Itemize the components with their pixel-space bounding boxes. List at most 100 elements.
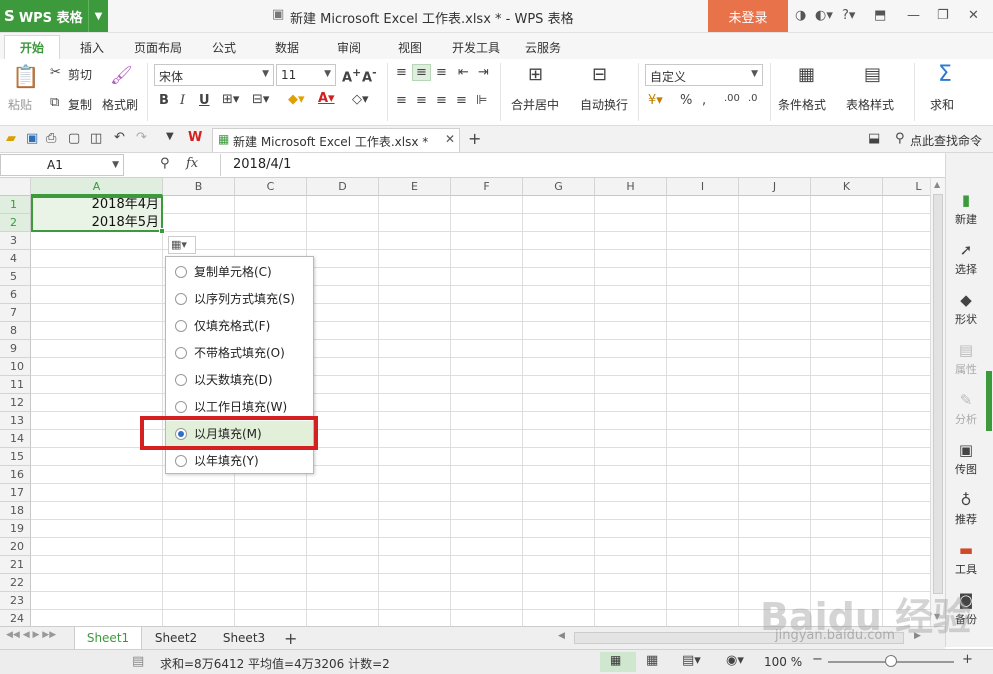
- format-painter-button[interactable]: 格式刷: [102, 96, 138, 113]
- merge-center-button[interactable]: 合并居中: [511, 96, 559, 113]
- minimize-ribbon-icon[interactable]: ⬒: [874, 8, 886, 23]
- row-header-13[interactable]: 13: [0, 412, 31, 430]
- fill-handle[interactable]: [159, 228, 165, 234]
- scroll-up-icon[interactable]: ▲: [934, 180, 940, 189]
- login-button[interactable]: 未登录: [708, 0, 788, 32]
- fill-color-icon[interactable]: ◆▾: [288, 92, 305, 107]
- decrease-font-icon[interactable]: A-: [362, 66, 377, 85]
- search-icon[interactable]: ⚲: [895, 131, 905, 146]
- redo-icon[interactable]: ↷: [136, 130, 147, 145]
- sheet-tab-sheet2[interactable]: Sheet2: [144, 627, 208, 649]
- table-style-icon[interactable]: ▤: [864, 64, 881, 85]
- first-sheet-icon[interactable]: ◀◀ ◀ ▶ ▶▶: [6, 630, 56, 640]
- close-tab-icon[interactable]: ✕: [445, 132, 455, 146]
- tab-insert[interactable]: 插入: [80, 39, 104, 56]
- number-format-select[interactable]: 自定义 ▼: [645, 64, 763, 86]
- help-icon[interactable]: ?▾: [842, 8, 855, 23]
- zoom-level[interactable]: 100 %: [764, 655, 802, 669]
- row-header-4[interactable]: 4: [0, 250, 31, 268]
- currency-icon[interactable]: ¥▾: [648, 93, 663, 108]
- row-header-22[interactable]: 22: [0, 574, 31, 592]
- cut-button[interactable]: 剪切: [68, 66, 92, 83]
- tab-formulas[interactable]: 公式: [212, 39, 236, 56]
- panel-new[interactable]: ▮ 新建: [946, 191, 986, 227]
- vertical-scrollbar[interactable]: ▲ ▼: [930, 178, 945, 626]
- font-color-icon[interactable]: A▾: [318, 91, 335, 106]
- merge-center-icon[interactable]: ⊞: [528, 64, 543, 85]
- skin-icon[interactable]: ◑: [795, 8, 806, 23]
- panel-send-image[interactable]: ▣ 传图: [946, 441, 986, 477]
- radio-button[interactable]: [175, 455, 187, 467]
- document-tab[interactable]: ▦ 新建 Microsoft Excel 工作表.xlsx * ✕: [212, 128, 460, 152]
- tab-cloud[interactable]: 云服务: [525, 39, 561, 56]
- scroll-left-icon[interactable]: ◀: [558, 631, 565, 641]
- format-painter-icon[interactable]: 🖌: [110, 65, 133, 86]
- italic-icon[interactable]: I: [180, 93, 185, 108]
- fill-option[interactable]: 复制单元格(C): [166, 259, 313, 285]
- row-header-6[interactable]: 6: [0, 286, 31, 304]
- align-bottom-icon[interactable]: ≡: [436, 65, 447, 80]
- radio-button[interactable]: [175, 347, 187, 359]
- cell-style-icon[interactable]: ⊟▾: [252, 92, 269, 107]
- font-name-select[interactable]: 宋体 ▼: [154, 64, 274, 86]
- column-header-H[interactable]: H: [595, 178, 667, 196]
- new-tab-icon[interactable]: +: [468, 129, 481, 148]
- row-header-15[interactable]: 15: [0, 448, 31, 466]
- maximize-icon[interactable]: ❐: [937, 8, 949, 23]
- column-header-K[interactable]: K: [811, 178, 883, 196]
- radio-button[interactable]: [175, 401, 187, 413]
- justify-icon[interactable]: ≡: [456, 93, 467, 108]
- fill-option[interactable]: 以年填充(Y): [166, 448, 313, 474]
- conditional-format-button[interactable]: 条件格式: [778, 96, 826, 113]
- panel-analysis[interactable]: ✎ 分析: [946, 391, 986, 427]
- panel-tools[interactable]: ▬ 工具: [946, 541, 986, 577]
- tab-developer[interactable]: 开发工具: [452, 39, 500, 56]
- zoom-in-icon[interactable]: +: [962, 652, 973, 667]
- column-header-C[interactable]: C: [235, 178, 307, 196]
- print-preview-icon[interactable]: ▢: [68, 131, 80, 146]
- save-icon[interactable]: ▣: [26, 131, 38, 146]
- align-middle-icon[interactable]: ≡: [412, 64, 431, 81]
- scroll-thumb[interactable]: [933, 194, 943, 594]
- increase-font-icon[interactable]: A+: [342, 66, 361, 85]
- copy-icon[interactable]: ⧉: [50, 95, 59, 110]
- align-center-icon[interactable]: ≡: [416, 93, 427, 108]
- export-icon[interactable]: ◫: [90, 131, 102, 146]
- add-sheet-icon[interactable]: +: [284, 629, 297, 648]
- panel-recommend[interactable]: ♁ 推荐: [946, 491, 986, 527]
- sheet-grid[interactable]: ABCDEFGHIJKL 1 2 3 4 5 6 7 8 9 10 11 12 13 14 15 16 17 18…: [0, 178, 930, 626]
- chevron-down-icon[interactable]: ▼: [112, 160, 119, 170]
- zoom-slider-thumb[interactable]: [885, 655, 897, 667]
- row-header-11[interactable]: 11: [0, 376, 31, 394]
- select-all-corner[interactable]: [0, 178, 31, 196]
- decrease-decimal-icon[interactable]: .0: [748, 93, 758, 104]
- thousands-icon[interactable]: ,: [702, 93, 706, 108]
- minimize-icon[interactable]: —: [907, 8, 920, 23]
- paste-button[interactable]: 粘贴: [8, 96, 32, 113]
- clear-format-icon[interactable]: ◇▾: [352, 92, 369, 107]
- panel-properties[interactable]: ▤ 属性: [946, 341, 986, 377]
- column-header-G[interactable]: G: [523, 178, 595, 196]
- fill-option[interactable]: 以序列方式填充(S): [166, 286, 313, 312]
- row-header-10[interactable]: 10: [0, 358, 31, 376]
- row-header-5[interactable]: 5: [0, 268, 31, 286]
- tab-home[interactable]: 开始: [4, 35, 60, 59]
- radio-button[interactable]: [175, 374, 187, 386]
- align-left-icon[interactable]: ≡: [396, 93, 407, 108]
- radio-button[interactable]: [175, 266, 187, 278]
- feedback-icon[interactable]: ◐▾: [815, 8, 833, 23]
- row-header-9[interactable]: 9: [0, 340, 31, 358]
- normal-view-button[interactable]: ▦: [600, 652, 636, 672]
- sheet-tab-sheet1[interactable]: Sheet1: [74, 627, 142, 649]
- page-layout-view-icon[interactable]: ▤▾: [682, 653, 701, 668]
- sheet-tab-sheet3[interactable]: Sheet3: [212, 627, 276, 649]
- column-header-B[interactable]: B: [163, 178, 235, 196]
- row-header-1[interactable]: 1: [0, 196, 31, 214]
- row-header-17[interactable]: 17: [0, 484, 31, 502]
- tab-view[interactable]: 视图: [398, 39, 422, 56]
- formula-input[interactable]: 2018/4/1: [220, 154, 945, 176]
- row-header-14[interactable]: 14: [0, 430, 31, 448]
- wrap-text-button[interactable]: 自动换行: [580, 96, 628, 113]
- row-header-3[interactable]: 3: [0, 232, 31, 250]
- conditional-format-icon[interactable]: ▦: [798, 64, 815, 85]
